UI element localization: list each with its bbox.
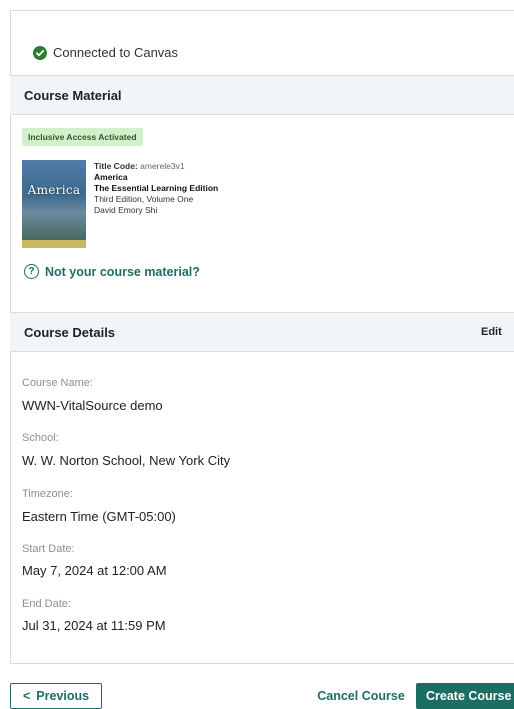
check-circle-icon — [33, 45, 47, 60]
end-date-label: End Date: — [22, 598, 71, 610]
book-cover-band — [22, 240, 86, 248]
not-your-material-link[interactable]: ? Not your course material? — [24, 264, 200, 279]
book-metadata: Title Code: amerele3v1 America The Essen… — [94, 161, 218, 216]
create-course-button[interactable]: Create Course — [416, 683, 514, 709]
timezone-value: Eastern Time (GMT-05:00) — [22, 509, 176, 524]
book-title: America — [94, 172, 128, 182]
course-material-header: Course Material — [10, 75, 514, 115]
course-name-value: WWN-VitalSource demo — [22, 398, 163, 413]
end-date-value: Jul 31, 2024 at 11:59 PM — [22, 618, 166, 633]
school-value: W. W. Norton School, New York City — [22, 453, 231, 468]
course-name-label: Course Name: — [22, 377, 93, 389]
book-cover-title: America — [27, 183, 81, 197]
previous-label: Previous — [36, 689, 90, 703]
book-cover-image: America — [22, 160, 86, 248]
cancel-course-button[interactable]: Cancel Course — [312, 683, 410, 709]
question-circle-icon: ? — [24, 264, 39, 279]
book-author: David Emory Shi — [94, 205, 158, 215]
edit-course-details-button[interactable]: Edit — [481, 326, 502, 338]
title-code-line: Title Code: amerele3v1 — [94, 161, 218, 172]
school-label: School: — [22, 432, 59, 444]
title-code-label: Title Code: — [94, 161, 138, 171]
inclusive-access-badge: Inclusive Access Activated — [22, 128, 143, 146]
connection-status: Connected to Canvas — [33, 45, 178, 60]
start-date-label: Start Date: — [22, 543, 75, 555]
course-material-title: Course Material — [24, 87, 122, 103]
course-details-header: Course Details Edit — [10, 312, 514, 352]
book-subtitle: The Essential Learning Edition — [94, 183, 219, 193]
chevron-left-icon: < — [22, 689, 31, 703]
not-your-material-text: Not your course material? — [45, 264, 200, 279]
book-edition: Third Edition, Volume One — [94, 194, 194, 204]
course-details-title: Course Details — [24, 324, 116, 340]
timezone-label: Timezone: — [22, 488, 73, 500]
connection-status-text: Connected to Canvas — [53, 45, 179, 60]
previous-button[interactable]: < Previous — [10, 683, 102, 709]
start-date-value: May 7, 2024 at 12:00 AM — [22, 563, 167, 578]
title-code-value: amerele3v1 — [140, 161, 185, 171]
